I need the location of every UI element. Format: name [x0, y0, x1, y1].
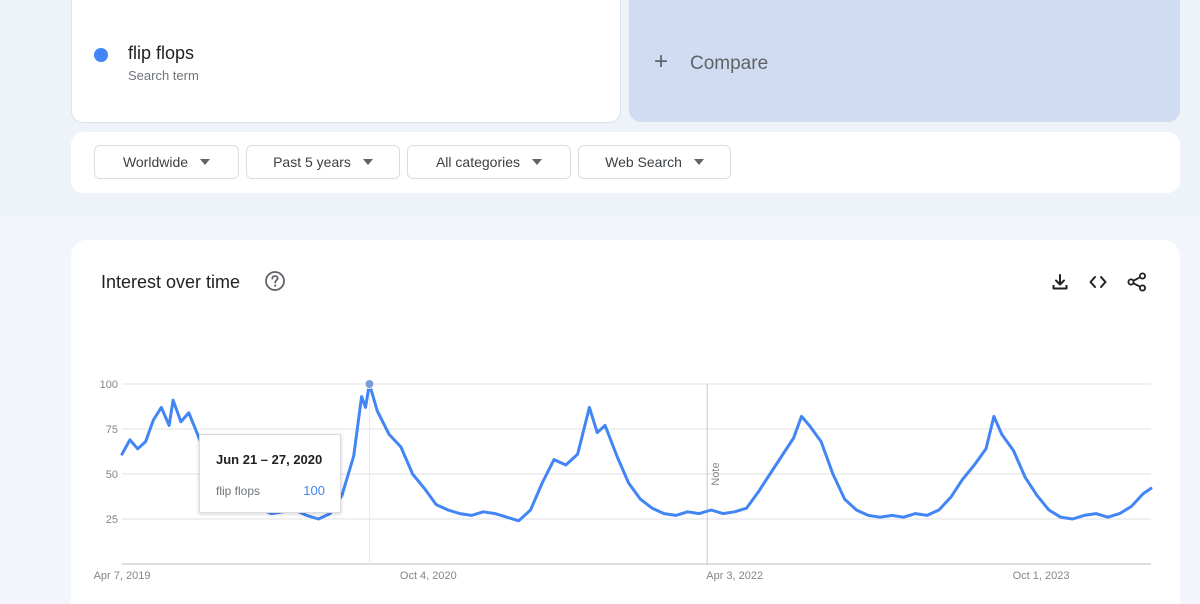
y-tick-label: 25 — [106, 514, 118, 526]
interest-line-chart[interactable]: 100 75 50 25 Apr 7, 2019 Oct 4, 2020 Apr 3, 20… — [71, 240, 1180, 604]
region-label: Worldwide — [122, 154, 189, 170]
caret-down-icon — [693, 159, 704, 165]
time-range-label: Past 5 years — [273, 154, 351, 170]
series-color-dot — [94, 48, 108, 62]
x-tick-label: Oct 1, 2023 — [1013, 570, 1070, 582]
search-type-label: Web Search — [605, 154, 682, 170]
caret-down-icon — [362, 159, 373, 165]
category-label: All categories — [435, 154, 521, 170]
chart-tooltip: Jun 21 – 27, 2020 flip flops 100 — [199, 434, 341, 513]
region-dropdown[interactable]: Worldwide — [94, 145, 239, 179]
tooltip-date: Jun 21 – 27, 2020 — [216, 452, 323, 467]
interest-over-time-card: Interest over time 100 75 50 25 Apr 7, 2019 O… — [71, 240, 1180, 604]
y-tick-label: 50 — [106, 469, 118, 481]
search-term-sublabel: Search term — [128, 68, 199, 83]
tooltip-series-name: flip flops — [216, 484, 261, 498]
plus-icon: + — [654, 48, 669, 75]
search-term-name[interactable]: flip flops — [128, 43, 194, 64]
search-type-dropdown[interactable]: Web Search — [578, 145, 731, 179]
compare-button[interactable]: + Compare — [629, 0, 1180, 122]
x-tick-label: Apr 7, 2019 — [94, 570, 151, 582]
highlight-point — [364, 379, 375, 389]
caret-down-icon — [532, 159, 543, 165]
note-annotation: Note — [710, 462, 722, 485]
caret-down-icon — [200, 159, 211, 165]
y-tick-label: 100 — [100, 379, 118, 391]
category-dropdown[interactable]: All categories — [407, 145, 571, 179]
compare-label: Compare — [690, 53, 769, 74]
x-tick-label: Oct 4, 2020 — [400, 570, 457, 582]
y-tick-label: 75 — [106, 424, 118, 436]
time-range-dropdown[interactable]: Past 5 years — [246, 145, 400, 179]
x-tick-label: Apr 3, 2022 — [706, 570, 763, 582]
search-term-card[interactable]: flip flops Search term — [71, 0, 621, 123]
tooltip-value: 100 — [303, 483, 325, 498]
filter-bar: Worldwide Past 5 years All categories We… — [71, 132, 1180, 193]
